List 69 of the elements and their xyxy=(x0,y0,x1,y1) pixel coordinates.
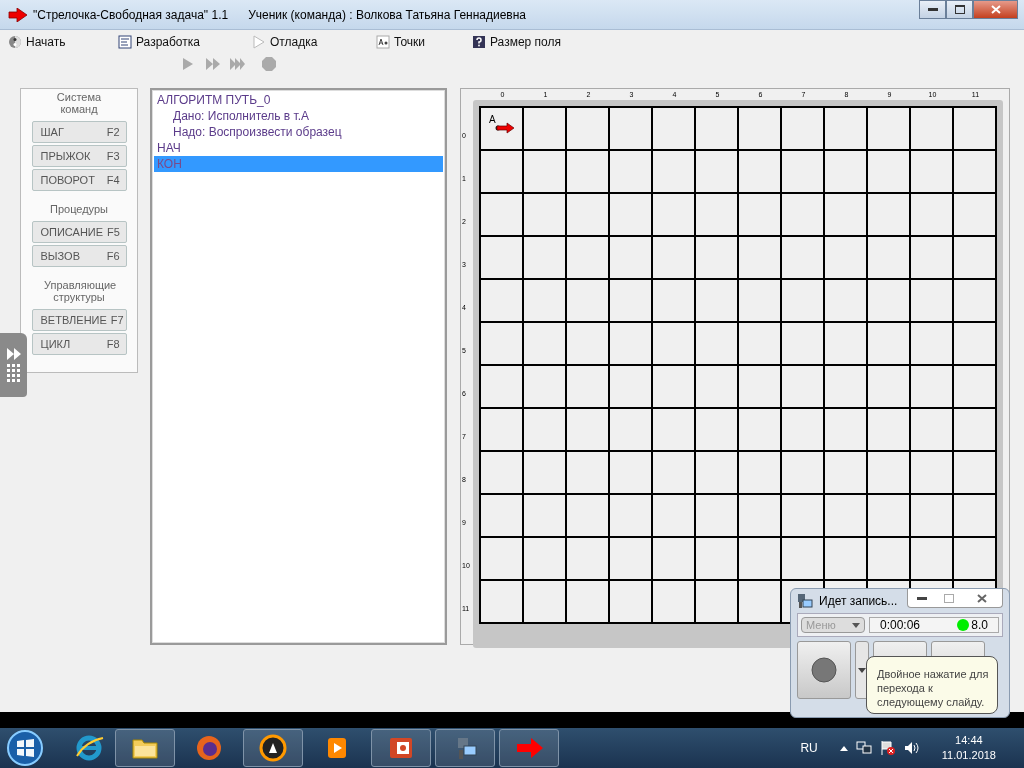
arrow-icon xyxy=(8,7,28,22)
fast-forward-icon xyxy=(6,348,21,360)
start-button[interactable] xyxy=(5,728,45,768)
window-title: "Стрелочка-Свободная задача" 1.1 xyxy=(33,7,229,22)
menu-item[interactable]: Размер поля xyxy=(472,35,561,49)
record-button[interactable] xyxy=(797,641,851,699)
student-name: Ученик (команда) : Волкова Татьяна Геннадиевна xyxy=(248,7,527,22)
flag-icon[interactable] xyxy=(879,740,896,756)
play-icon xyxy=(252,35,266,49)
menu-item[interactable]: Отладка xyxy=(252,35,376,49)
clock-time[interactable]: 14:44 xyxy=(955,733,983,748)
minimize-icon xyxy=(916,596,927,600)
section-title: Система команд xyxy=(55,91,103,115)
maximize-button[interactable] xyxy=(946,0,973,19)
network-icon[interactable] xyxy=(855,741,872,755)
close-icon xyxy=(990,5,1001,14)
keypad-icon xyxy=(7,364,20,382)
taskbar-button[interactable] xyxy=(115,729,175,767)
section-title: Процедуры xyxy=(49,203,109,215)
close-button[interactable] xyxy=(973,0,1018,19)
dropdown-button[interactable] xyxy=(855,641,869,699)
point-label: A xyxy=(489,115,496,125)
fast-forward-icon xyxy=(205,56,221,72)
menu-item[interactable]: Начать xyxy=(8,35,118,49)
menu-item[interactable]: Разработка xyxy=(118,35,252,49)
arrow-icon xyxy=(495,122,515,134)
start-icon xyxy=(8,35,22,49)
skip-forward-icon xyxy=(229,56,245,72)
code-line[interactable]: НАЧ xyxy=(154,140,443,156)
command-button[interactable]: ВЫЗОВ F6 xyxy=(31,245,127,267)
menu-item[interactable]: Точки xyxy=(376,35,472,49)
code-editor[interactable]: АЛГОРИТМ ПУТЬ_0 Дано: Исполнитель в т.А Надо: Воспроизвести образец НАЧ КОН xyxy=(150,88,447,645)
record-icon xyxy=(811,657,837,683)
window-title: Идет запись... xyxy=(819,594,898,608)
command-button[interactable]: ЦИКЛ F8 xyxy=(31,333,127,355)
language-indicator[interactable]: RU xyxy=(800,741,818,755)
text-icon xyxy=(376,35,390,49)
taskbar-button[interactable] xyxy=(371,729,431,767)
document-icon xyxy=(118,35,132,49)
taskbar-button[interactable] xyxy=(243,729,303,767)
code-line[interactable]: АЛГОРИТМ ПУТЬ_0 xyxy=(154,92,443,108)
elapsed-time: 0:00:06 xyxy=(880,618,921,632)
minimize-icon xyxy=(927,7,938,12)
up-arrow-icon[interactable] xyxy=(839,745,848,751)
command-button[interactable]: ОПИСАНИЕ F5 xyxy=(31,221,127,243)
section-title: Управляющие структуры xyxy=(44,279,114,303)
maximize-icon xyxy=(954,5,965,14)
maximize-icon xyxy=(943,593,954,603)
command-button[interactable]: ПОВОРОТ F4 xyxy=(31,169,127,191)
code-line[interactable]: Дано: Исполнитель в т.А xyxy=(154,108,443,124)
level-value: 8.0 xyxy=(971,618,988,632)
camera-icon xyxy=(797,593,813,609)
command-button[interactable]: ПРЫЖОК F3 xyxy=(31,145,127,167)
code-line[interactable]: Надо: Воспроизвести образец xyxy=(154,124,443,140)
status-dot-icon xyxy=(957,619,970,631)
caret-icon xyxy=(858,667,866,673)
taskbar-button[interactable] xyxy=(435,729,495,767)
help-icon xyxy=(472,35,486,49)
command-button[interactable]: ВЕТВЛЕНИЕ F7 xyxy=(31,309,127,331)
close-icon xyxy=(977,593,987,603)
player-icon xyxy=(257,732,289,764)
minimize-button[interactable] xyxy=(919,0,946,19)
clock-date[interactable]: 11.01.2018 xyxy=(941,748,996,763)
side-handle[interactable] xyxy=(0,333,27,397)
tooltip: Двойное нажатие для перехода к следующему слайду. xyxy=(866,656,998,714)
command-button[interactable]: ШАГ F2 xyxy=(31,121,127,143)
stop-icon xyxy=(261,56,277,72)
speaker-icon[interactable] xyxy=(903,741,920,755)
caret-icon xyxy=(852,622,860,628)
